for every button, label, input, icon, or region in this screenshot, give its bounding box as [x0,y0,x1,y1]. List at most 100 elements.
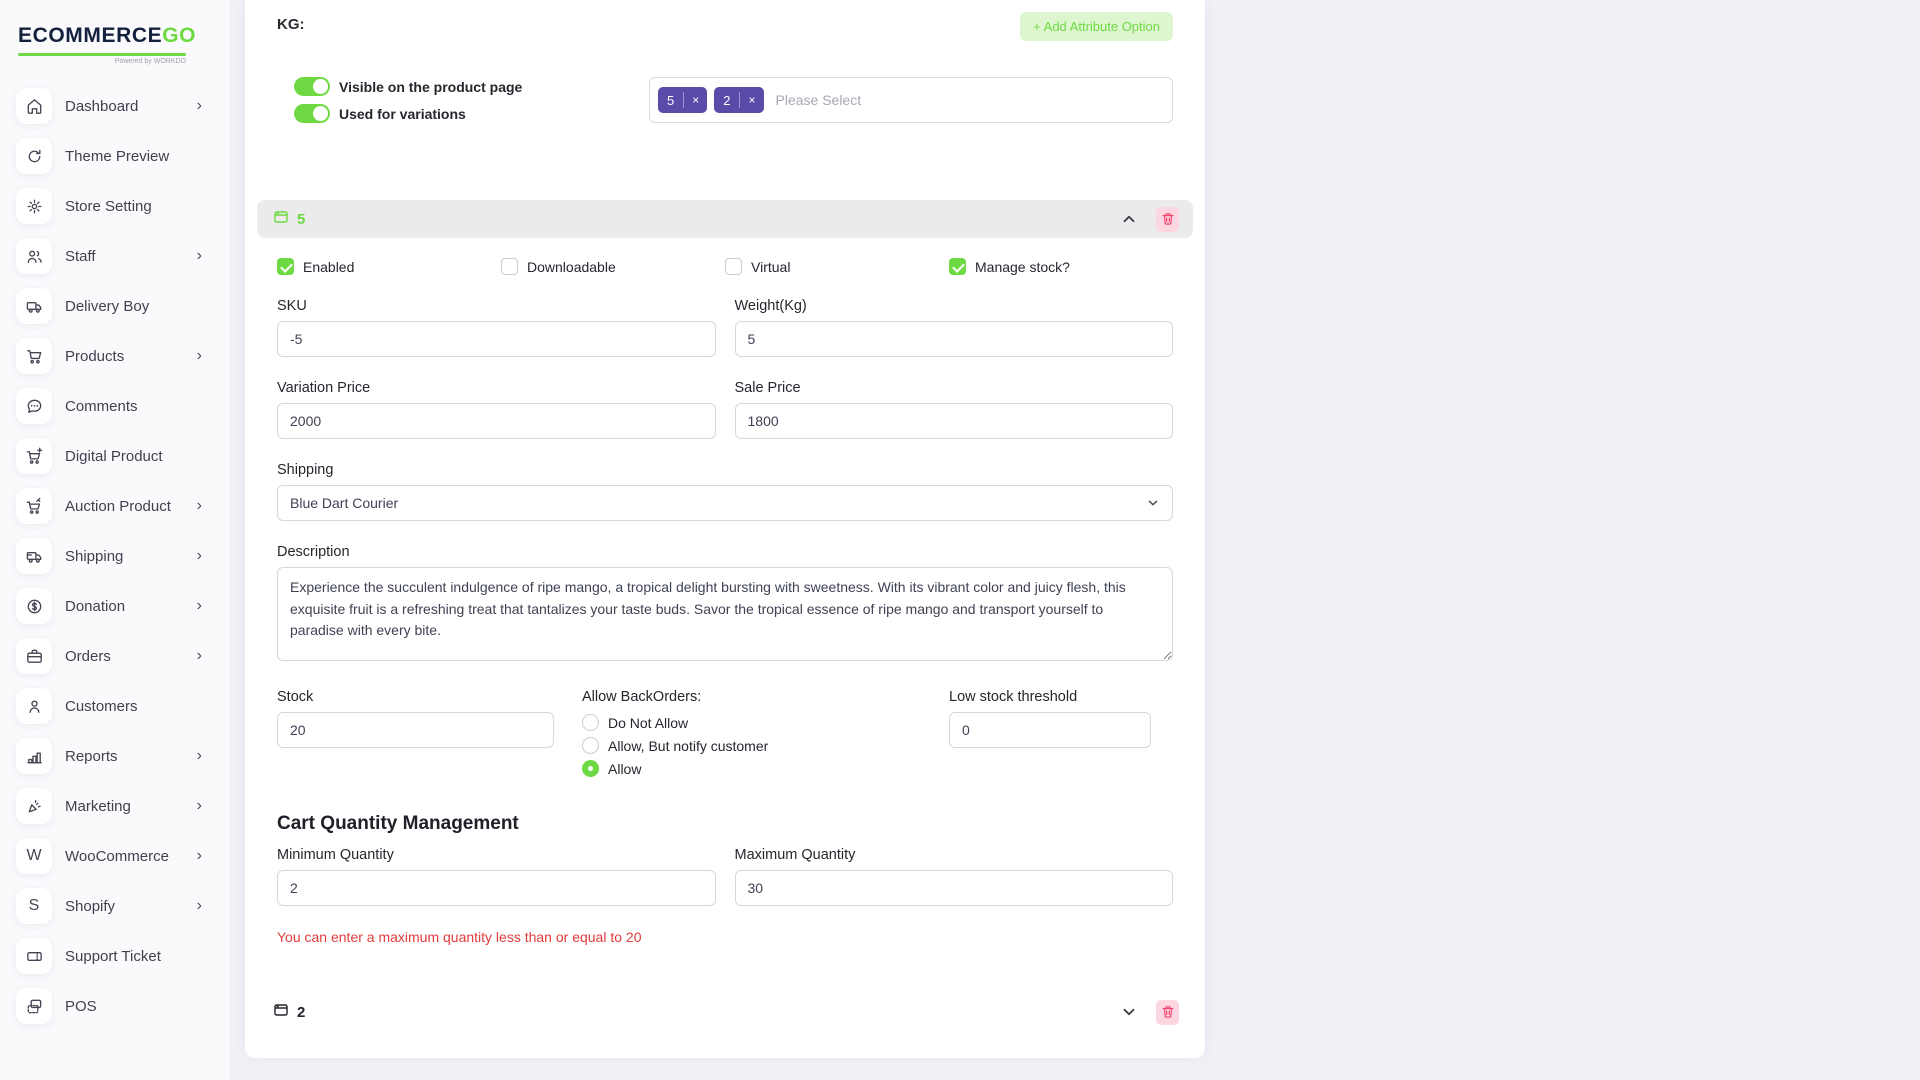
sidebar-item-dashboard[interactable]: Dashboard › [0,81,230,131]
pos-icon [16,988,52,1024]
backorder-allow-notify-radio[interactable] [582,737,599,754]
sku-label: SKU [277,298,716,314]
brand-logo[interactable]: ECOMMERCEGO Powered by WORKDO [0,0,230,65]
variation-title: 5 [297,211,305,228]
variation-card-icon [273,1002,289,1023]
chevron-right-icon: › [197,748,202,764]
sale-price-input[interactable] [735,403,1174,439]
chevron-right-icon: › [197,598,202,614]
variation-price-input[interactable] [277,403,716,439]
chevron-right-icon: › [197,898,202,914]
add-attribute-option-button[interactable]: + Add Attribute Option [1020,12,1173,41]
delete-variation-button[interactable] [1156,1000,1179,1025]
maximum-quantity-input[interactable] [735,870,1174,906]
stock-label: Stock [277,689,582,705]
trash-icon [1161,1005,1175,1019]
max-quantity-error-message: You can enter a maximum quantity less th… [277,929,1173,945]
auction-cart-icon [16,488,52,524]
attribute-options-multiselect[interactable]: 5 × 2 × Please Select [649,77,1173,123]
refresh-icon [16,138,52,174]
backorder-allow-radio[interactable] [582,760,599,777]
sidebar-item-orders[interactable]: Orders › [0,631,230,681]
description-textarea[interactable]: Experience the succulent indulgence of r… [277,567,1173,661]
variation-card-icon [273,209,289,230]
sidebar-item-marketing[interactable]: Marketing › [0,781,230,831]
weight-label: Weight(Kg) [735,298,1174,314]
chevron-right-icon: › [197,648,202,664]
users-icon [16,238,52,274]
chevron-right-icon: › [197,798,202,814]
sidebar-item-staff[interactable]: Staff › [0,231,230,281]
brand-underline [18,53,186,56]
home-icon [16,88,52,124]
low-stock-threshold-input[interactable] [949,712,1151,748]
used-for-variations-toggle[interactable] [294,104,330,123]
sale-price-label: Sale Price [735,380,1174,396]
minimum-quantity-input[interactable] [277,870,716,906]
brand-accent: GO [162,24,196,47]
sidebar-item-donation[interactable]: Donation › [0,581,230,631]
visible-on-product-page-toggle[interactable] [294,77,330,96]
downloadable-checkbox[interactable] [501,258,518,275]
gear-icon [16,188,52,224]
sidebar-item-reports[interactable]: Reports › [0,731,230,781]
user-icon [16,688,52,724]
selected-option-tag: 5 × [658,87,707,113]
sidebar-item-woocommerce[interactable]: W WooCommerce › [0,831,230,881]
sidebar-item-support-ticket[interactable]: Support Ticket [0,931,230,981]
remove-tag-icon[interactable]: × [740,93,763,107]
chevron-right-icon: › [197,498,202,514]
enabled-checkbox[interactable] [277,258,294,275]
variation-header[interactable]: 2 [257,993,1193,1031]
toggle-label: Visible on the product page [339,79,522,95]
bar-chart-icon [16,738,52,774]
sidebar-item-digital-product[interactable]: Digital Product [0,431,230,481]
description-label: Description [277,544,1173,560]
ticket-icon [16,938,52,974]
shipping-select[interactable]: Blue Dart Courier [277,485,1173,521]
chevron-right-icon: › [197,98,202,114]
chevron-down-icon [1146,496,1160,510]
delete-variation-button[interactable] [1156,207,1179,232]
chevron-right-icon: › [197,348,202,364]
multiselect-placeholder: Please Select [776,92,862,108]
megaphone-icon [16,788,52,824]
shipping-label: Shipping [277,462,1173,478]
sidebar-item-pos[interactable]: POS [0,981,230,1031]
brand-powered-by: Powered by WORKDO [18,58,186,65]
expand-chevron-down-icon[interactable] [1120,1003,1138,1021]
backorder-do-not-allow-radio[interactable] [582,714,599,731]
remove-tag-icon[interactable]: × [684,93,707,107]
shipping-selected-value: Blue Dart Courier [290,495,398,511]
maximum-quantity-label: Maximum Quantity [735,847,1174,863]
backorders-label: Allow BackOrders: [582,689,949,705]
weight-input[interactable] [735,321,1174,357]
sidebar-item-shipping[interactable]: Shipping › [0,531,230,581]
variation-card-2: 2 [257,993,1193,1031]
shopify-icon: S [16,888,52,924]
minimum-quantity-label: Minimum Quantity [277,847,716,863]
virtual-checkbox[interactable] [725,258,742,275]
cart-icon [16,338,52,374]
woocommerce-icon: W [16,838,52,874]
sidebar-item-auction-product[interactable]: Auction Product › [0,481,230,531]
sidebar-item-store-setting[interactable]: Store Setting [0,181,230,231]
brand-wordmark: ECOMMERCEGO [18,24,210,48]
chevron-right-icon: › [197,548,202,564]
sidebar: ECOMMERCEGO Powered by WORKDO Dashboard … [0,0,230,1080]
chevron-right-icon: › [197,248,202,264]
sidebar-item-products[interactable]: Products › [0,331,230,381]
shipping-truck-icon [16,538,52,574]
variation-price-label: Variation Price [277,380,716,396]
collapse-chevron-up-icon[interactable] [1120,210,1138,228]
manage-stock-checkbox[interactable] [949,258,966,275]
sku-input[interactable] [277,321,716,357]
sidebar-item-theme-preview[interactable]: Theme Preview [0,131,230,181]
variation-header[interactable]: 5 [257,200,1193,238]
sidebar-item-shopify[interactable]: S Shopify › [0,881,230,931]
sidebar-item-delivery-boy[interactable]: Delivery Boy [0,281,230,331]
stock-input[interactable] [277,712,554,748]
sidebar-item-customers[interactable]: Customers [0,681,230,731]
cart-quantity-heading: Cart Quantity Management [277,813,1173,835]
sidebar-item-comments[interactable]: Comments [0,381,230,431]
